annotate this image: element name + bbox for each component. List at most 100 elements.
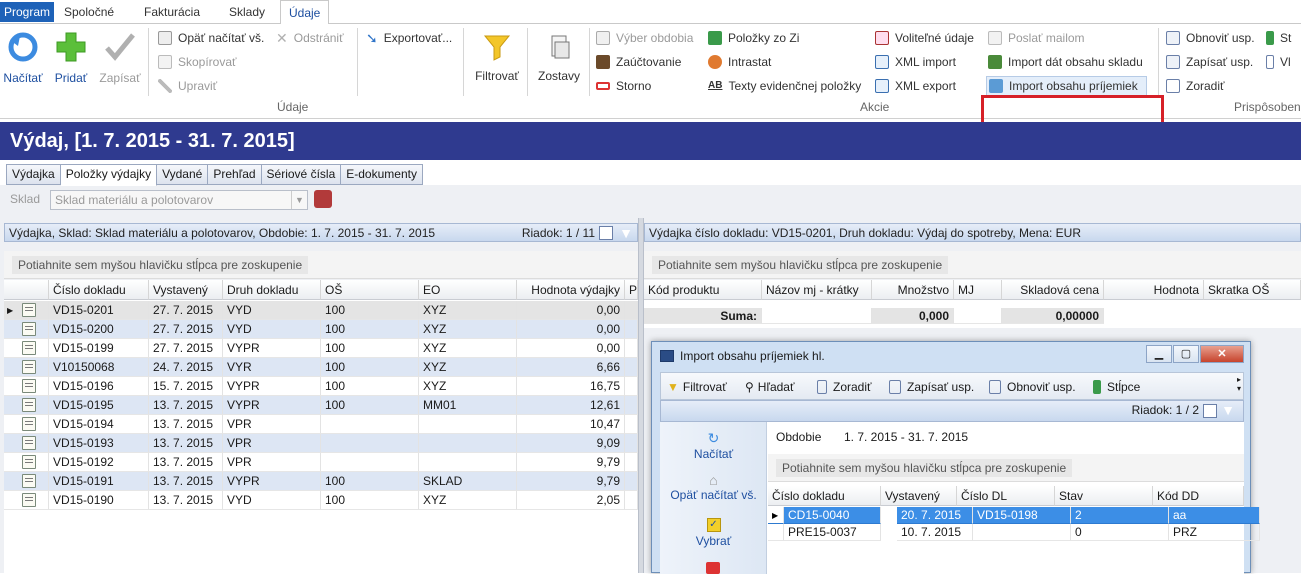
tab-vydajka[interactable]: Výdajka: [6, 164, 61, 185]
column-header[interactable]: Číslo DL: [957, 486, 1055, 506]
search-button[interactable]: ⚲ Hľadať: [745, 377, 794, 397]
save-button[interactable]: Zapísať: [98, 30, 142, 85]
column-header[interactable]: Stav: [1055, 486, 1153, 506]
save-settings-button[interactable]: Zapísať usp.: [889, 377, 974, 397]
table-row[interactable]: VD15-0191 13. 7. 2015 VYPR 100 SKLAD 9,79: [4, 472, 638, 491]
column-header[interactable]: MJ: [954, 280, 1002, 300]
load-button[interactable]: Načítať: [2, 30, 44, 85]
close-button[interactable]: ✕: [1200, 345, 1244, 363]
sort-button[interactable]: Zoradiť: [817, 377, 872, 397]
column-header[interactable]: Kód DD: [1153, 486, 1244, 506]
filter-icon[interactable]: ▼: [1221, 402, 1235, 418]
select-button[interactable]: ✓ Vybrať: [660, 518, 767, 548]
sort-button[interactable]: Zoradiť: [1166, 76, 1225, 96]
save-settings-button[interactable]: Zapísať usp.: [1166, 52, 1253, 72]
reload-all-button[interactable]: Opäť načítať vš.: [158, 28, 264, 48]
row-indicator[interactable]: ▶: [4, 301, 49, 320]
copy-button[interactable]: Skopírovať: [158, 52, 237, 72]
table-row[interactable]: VD15-0195 13. 7. 2015 VYPR 100 MM01 12,61: [4, 396, 638, 415]
texts-button[interactable]: AB Texty evidenčnej položky: [708, 76, 861, 96]
column-header[interactable]: OŠ: [321, 280, 419, 300]
left-group-area[interactable]: Potiahnite sem myšou hlavičku stĺpca pre…: [4, 251, 638, 279]
column-header[interactable]: Číslo dokladu: [768, 486, 881, 506]
add-button[interactable]: Pridať: [52, 30, 90, 85]
chevron-down-icon[interactable]: ▼: [291, 191, 307, 209]
column-header[interactable]: Vystavený: [149, 280, 223, 300]
row-indicator[interactable]: [4, 339, 49, 358]
row-indicator[interactable]: [4, 320, 49, 339]
row-indicator[interactable]: [4, 472, 49, 491]
table-row[interactable]: VD15-0196 15. 7. 2015 VYPR 100 XYZ 16,75: [4, 377, 638, 396]
grid-icon[interactable]: [599, 226, 613, 240]
row-indicator[interactable]: [4, 358, 49, 377]
maximize-button[interactable]: ▢: [1173, 345, 1199, 363]
column-header[interactable]: Kód produktu: [644, 280, 762, 300]
column-header[interactable]: P: [625, 280, 638, 300]
dialog-group-area[interactable]: Potiahnite sem myšou hlavičku stĺpca pre…: [768, 454, 1244, 482]
table-row[interactable]: VD15-0192 13. 7. 2015 VPR 9,79: [4, 453, 638, 472]
tab-seriove-cisla[interactable]: Sériové čísla: [261, 164, 342, 185]
tab-vydane[interactable]: Vydané: [157, 164, 209, 185]
filter-icon[interactable]: ▼: [619, 224, 633, 243]
columns-button[interactable]: Stĺpce: [1093, 377, 1140, 397]
import-stock-button[interactable]: Import dát obsahu skladu: [988, 52, 1143, 72]
tab-udaje[interactable]: Údaje: [280, 0, 330, 25]
column-header[interactable]: Množstvo: [872, 280, 954, 300]
warehouse-icon[interactable]: [314, 190, 332, 208]
table-row[interactable]: PRE15-0037 10. 7. 2015 0 PRZ: [768, 524, 1260, 543]
tab-spolocne[interactable]: Spoločné: [56, 0, 122, 24]
table-row[interactable]: VD15-0193 13. 7. 2015 VPR 9,09: [4, 434, 638, 453]
export-button[interactable]: ➘ Exportovať...: [366, 28, 452, 48]
row-indicator[interactable]: ▶: [768, 507, 784, 524]
delete-button[interactable]: ✕ Odstrániť: [276, 28, 344, 48]
row-indicator[interactable]: [4, 453, 49, 472]
row-indicator[interactable]: [4, 396, 49, 415]
items-from-button[interactable]: Položky zo Zi: [708, 28, 799, 48]
sklad-select[interactable]: Sklad materiálu a polotovarov ▼: [50, 190, 308, 210]
reports-button[interactable]: Zostavy: [533, 32, 585, 83]
import-receipts-button[interactable]: Import obsahu príjemiek: [986, 76, 1147, 96]
table-row[interactable]: VD15-0200 27. 7. 2015 VYD 100 XYZ 0,00: [4, 320, 638, 339]
column-header[interactable]: Číslo dokladu: [49, 280, 149, 300]
column-header[interactable]: Skratka OŠ: [1204, 280, 1301, 300]
view-button[interactable]: Vl: [1266, 52, 1291, 72]
table-row[interactable]: VD15-0194 13. 7. 2015 VPR 10,47: [4, 415, 638, 434]
column-header[interactable]: Hodnota: [1104, 280, 1204, 300]
column-header[interactable]: EO: [419, 280, 517, 300]
minimize-button[interactable]: ▁: [1146, 345, 1172, 363]
column-header[interactable]: Druh dokladu: [223, 280, 321, 300]
column-header[interactable]: Názov mj - krátky: [762, 280, 872, 300]
tab-prehlad[interactable]: Prehľad: [208, 164, 262, 185]
filter-button[interactable]: ▼ Filtrovať: [667, 377, 727, 397]
reload-all-button[interactable]: ⌂ Opäť načítať vš.: [660, 472, 767, 502]
row-indicator[interactable]: [768, 524, 784, 541]
calendar-icon[interactable]: [706, 562, 720, 574]
column-header[interactable]: Hodnota výdajky: [517, 280, 625, 300]
optional-data-button[interactable]: Voliteľné údaje: [875, 28, 974, 48]
tab-e-dokumenty[interactable]: E-dokumenty: [341, 164, 423, 185]
tab-program[interactable]: Program: [0, 2, 55, 22]
tab-polozky-vydajky[interactable]: Položky výdajky: [60, 164, 158, 186]
storno-button[interactable]: Storno: [596, 76, 651, 96]
post-button[interactable]: Zaúčtovanie: [596, 52, 681, 72]
refresh-settings-button[interactable]: Obnoviť usp.: [989, 377, 1076, 397]
columns-button[interactable]: St: [1266, 28, 1291, 48]
xml-export-button[interactable]: XML export: [875, 76, 956, 96]
row-indicator[interactable]: [4, 434, 49, 453]
row-indicator[interactable]: [4, 415, 49, 434]
table-row[interactable]: ▶ VD15-0201 27. 7. 2015 VYD 100 XYZ 0,00: [4, 301, 638, 320]
right-group-area[interactable]: Potiahnite sem myšou hlavičku stĺpca pre…: [644, 251, 1301, 279]
overflow-icon[interactable]: ▸ ▾: [1237, 375, 1241, 393]
tab-sklady[interactable]: Sklady: [221, 0, 273, 24]
period-button[interactable]: Výber obdobia: [596, 28, 693, 48]
table-row[interactable]: VD15-0190 13. 7. 2015 VYD 100 XYZ 2,05: [4, 491, 638, 510]
intrastat-button[interactable]: Intrastat: [708, 52, 771, 72]
grid-icon[interactable]: [1203, 404, 1217, 418]
row-indicator[interactable]: [4, 377, 49, 396]
send-mail-button[interactable]: Poslať mailom: [988, 28, 1085, 48]
column-header[interactable]: Skladová cena: [1002, 280, 1104, 300]
load-button[interactable]: ↻ Načítať: [660, 430, 767, 461]
edit-button[interactable]: Upraviť: [158, 76, 217, 96]
table-row[interactable]: VD15-0199 27. 7. 2015 VYPR 100 XYZ 0,00: [4, 339, 638, 358]
filter-button[interactable]: Filtrovať: [470, 32, 524, 83]
